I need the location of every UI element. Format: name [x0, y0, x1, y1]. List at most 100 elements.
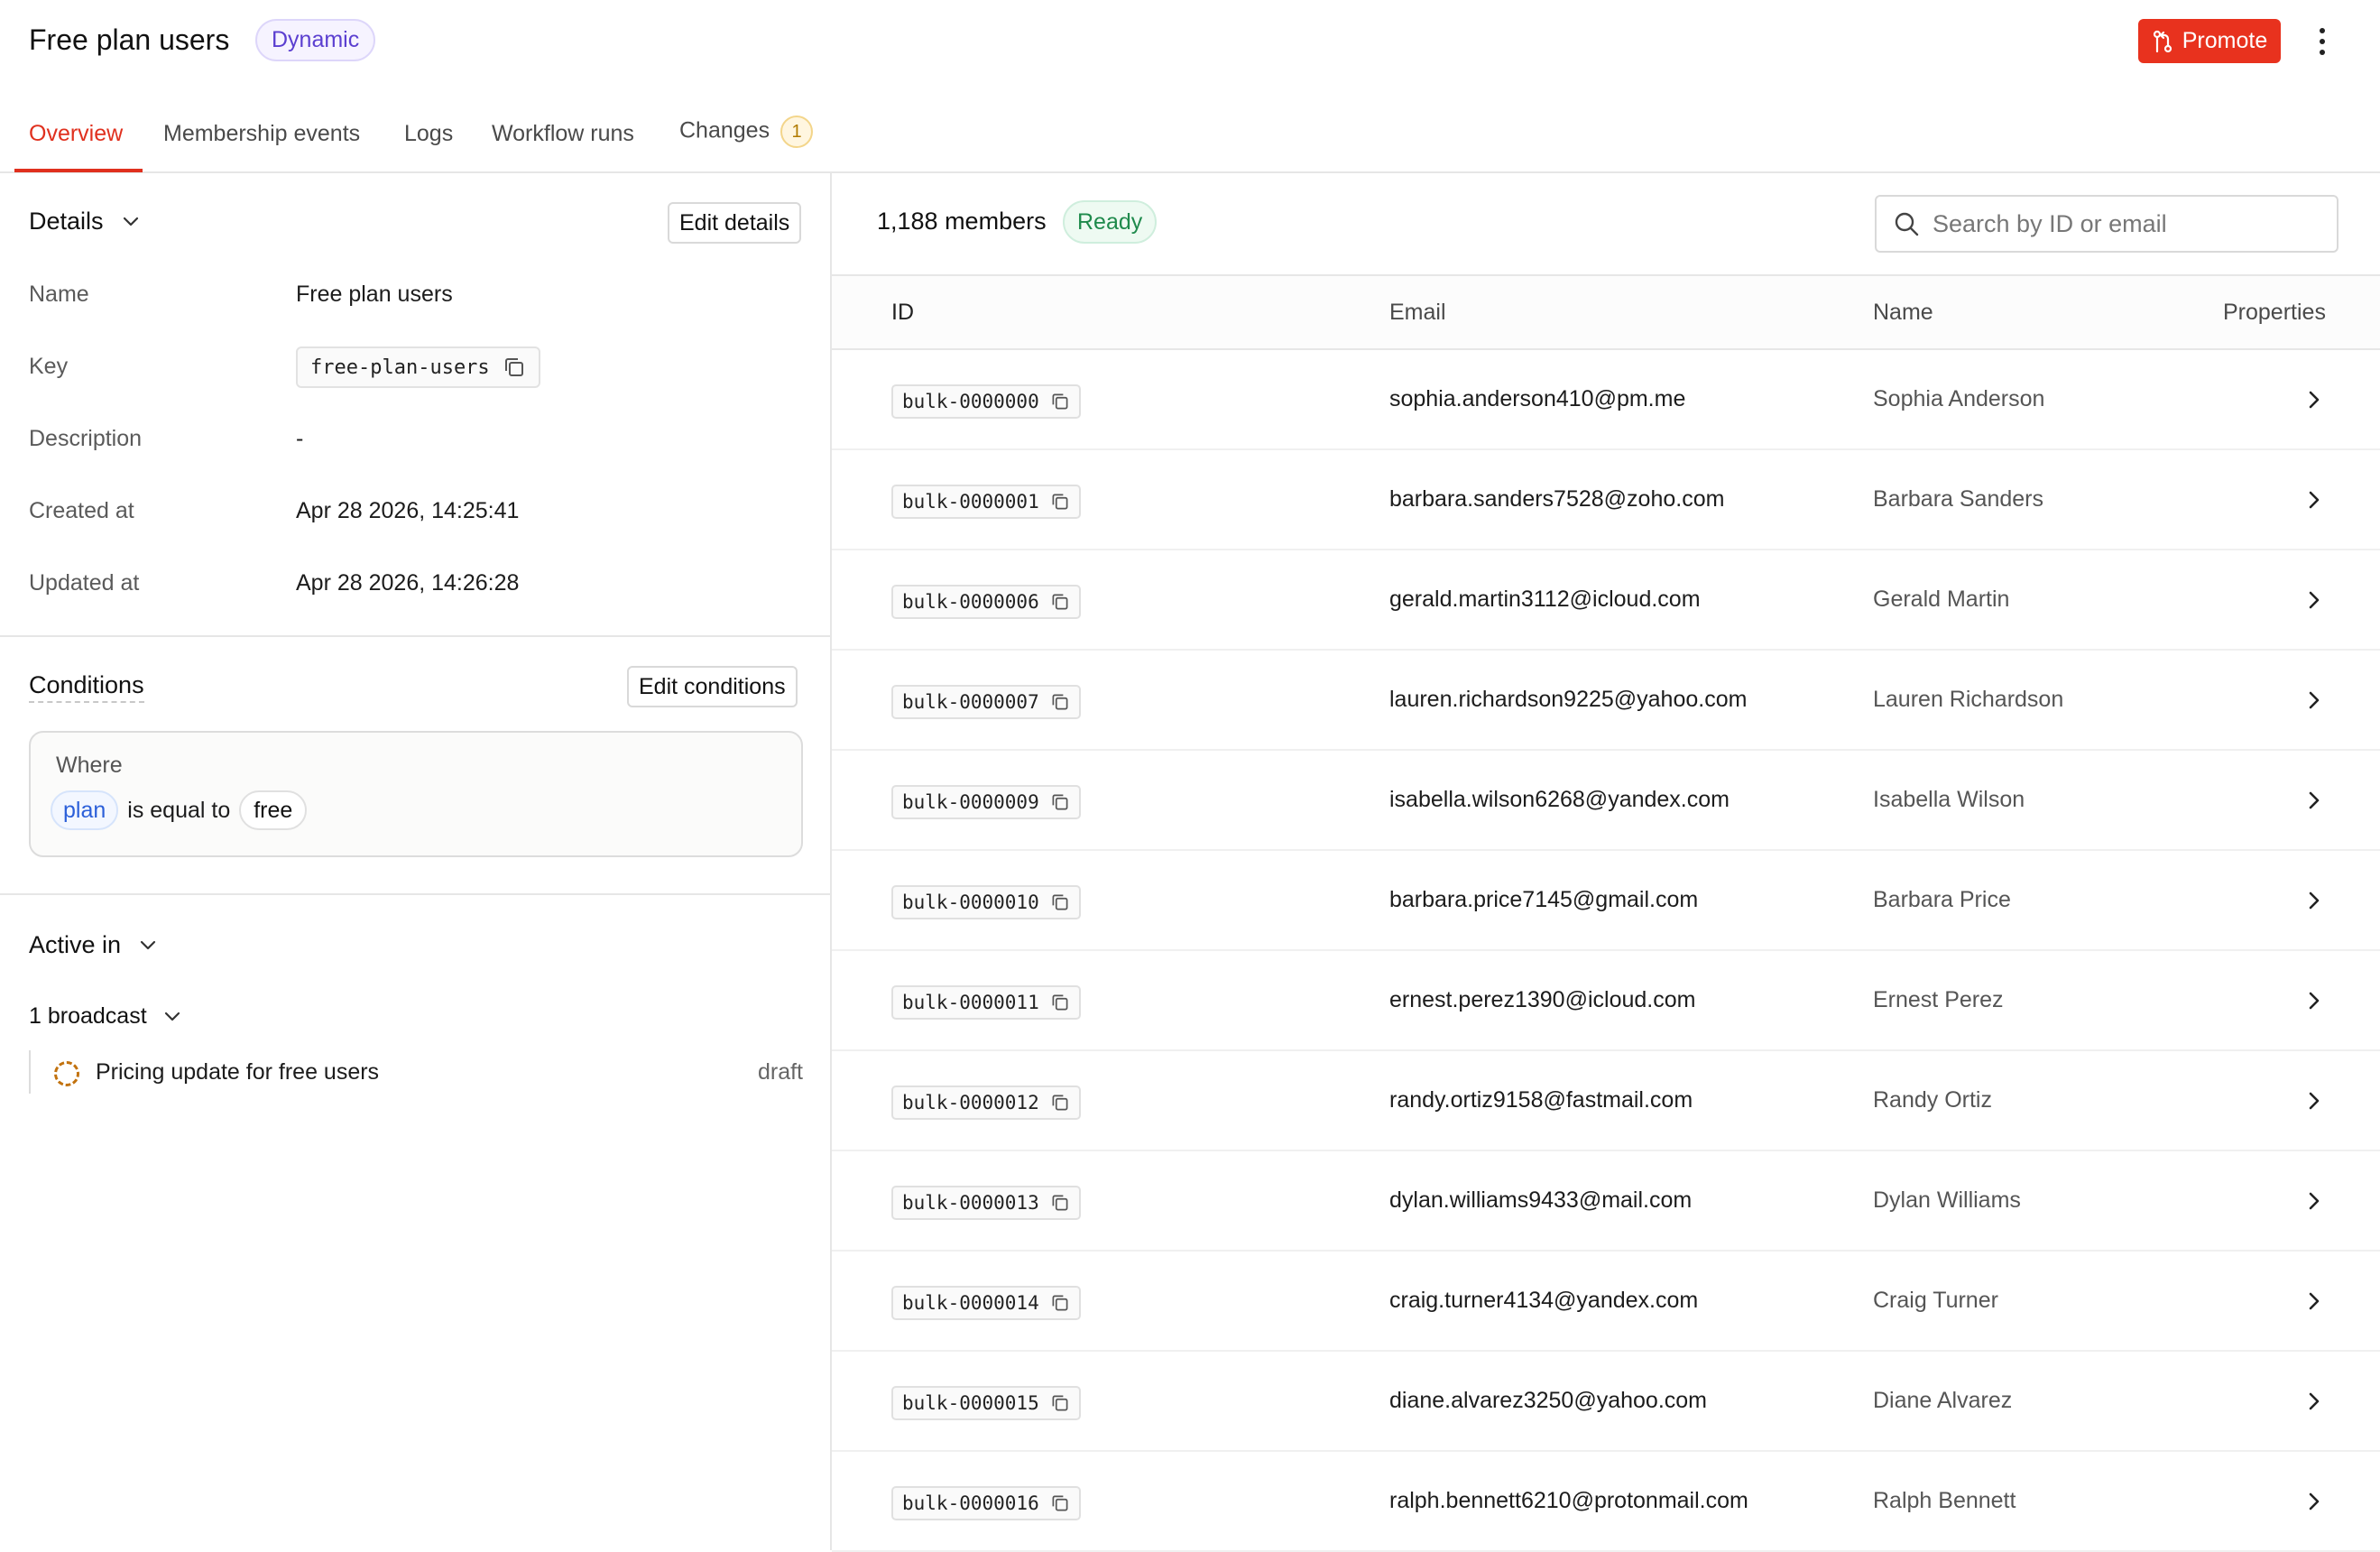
- row-open-button[interactable]: [2308, 1091, 2320, 1117]
- condition-value[interactable]: free: [239, 790, 308, 830]
- table-row[interactable]: bulk-0000000 sophia.anderson410@pm.me Soph…: [832, 350, 2380, 450]
- copy-icon[interactable]: [1050, 1493, 1070, 1513]
- details-toggle[interactable]: Details: [29, 208, 140, 236]
- tab-bar: Overview Membership events Logs Workflow…: [0, 108, 2380, 173]
- member-id-chip[interactable]: bulk-0000016: [891, 1486, 1081, 1520]
- table-row[interactable]: bulk-0000009 isabella.wilson6268@yandex.c…: [832, 751, 2380, 851]
- member-id-chip[interactable]: bulk-0000007: [891, 685, 1081, 719]
- table-row[interactable]: bulk-0000011 ernest.perez1390@icloud.com E…: [832, 951, 2380, 1051]
- table-row[interactable]: bulk-0000001 barbara.sanders7528@zoho.com…: [832, 450, 2380, 550]
- table-row[interactable]: bulk-0000010 barbara.price7145@gmail.com B…: [832, 851, 2380, 951]
- tab-workflow-runs[interactable]: Workflow runs: [492, 121, 634, 147]
- chevron-right-icon: [2309, 591, 2320, 609]
- tab-logs[interactable]: Logs: [404, 121, 453, 147]
- copy-icon[interactable]: [1050, 1093, 1070, 1113]
- member-name: Craig Turner: [1873, 1288, 1998, 1313]
- chevron-right-icon: [2309, 491, 2320, 509]
- tab-changes[interactable]: Changes 1: [679, 115, 814, 148]
- row-open-button[interactable]: [2308, 1492, 2320, 1518]
- row-open-button[interactable]: [2308, 490, 2320, 516]
- column-header-email: Email: [1389, 300, 1446, 325]
- row-open-button[interactable]: [2308, 690, 2320, 716]
- copy-icon[interactable]: [1050, 792, 1070, 812]
- table-row[interactable]: bulk-0000013 dylan.williams9433@mail.com D…: [832, 1151, 2380, 1252]
- member-id-chip[interactable]: bulk-0000015: [891, 1386, 1081, 1420]
- promote-button[interactable]: Promote: [2138, 19, 2281, 63]
- table-row[interactable]: bulk-0000014 craig.turner4134@yandex.com C…: [832, 1252, 2380, 1352]
- member-id: bulk-0000001: [902, 491, 1039, 513]
- chevron-right-icon: [2309, 1392, 2320, 1410]
- member-email: isabella.wilson6268@yandex.com: [1389, 787, 1730, 812]
- member-id-chip[interactable]: bulk-0000001: [891, 485, 1081, 519]
- broadcast-item[interactable]: Pricing update for free users draft: [29, 1050, 803, 1094]
- edit-conditions-button[interactable]: Edit conditions: [627, 666, 798, 707]
- copy-icon[interactable]: [1050, 993, 1070, 1012]
- search-field[interactable]: [1875, 195, 2338, 253]
- table-row[interactable]: bulk-0000006 gerald.martin3112@icloud.com…: [832, 550, 2380, 651]
- copy-icon[interactable]: [1050, 892, 1070, 912]
- condition-property[interactable]: plan: [51, 790, 119, 830]
- row-open-button[interactable]: [2308, 1191, 2320, 1217]
- tab-overview[interactable]: Overview: [29, 121, 123, 147]
- page-header: Free plan users Dynamic Promote: [0, 0, 2380, 83]
- copy-icon[interactable]: [1050, 1193, 1070, 1213]
- chevron-right-icon: [2309, 992, 2320, 1010]
- chevron-right-icon: [2309, 1492, 2320, 1510]
- edit-details-button[interactable]: Edit details: [668, 202, 802, 244]
- copy-icon[interactable]: [503, 356, 526, 379]
- member-name: Barbara Sanders: [1873, 486, 2044, 512]
- member-id-chip[interactable]: bulk-0000013: [891, 1186, 1081, 1220]
- member-email: ernest.perez1390@icloud.com: [1389, 987, 1696, 1012]
- updated-at-label: Updated at: [29, 570, 140, 596]
- member-id-chip[interactable]: bulk-0000010: [891, 885, 1081, 919]
- copy-icon[interactable]: [1050, 492, 1070, 512]
- row-open-button[interactable]: [2308, 390, 2320, 416]
- member-id: bulk-0000009: [902, 791, 1039, 813]
- search-icon: [1895, 212, 1919, 236]
- details-heading: Details: [29, 208, 104, 235]
- row-open-button[interactable]: [2308, 590, 2320, 616]
- row-open-button[interactable]: [2308, 991, 2320, 1017]
- conditions-heading: Conditions: [29, 671, 144, 703]
- member-email: gerald.martin3112@icloud.com: [1389, 587, 1701, 612]
- created-at-value: Apr 28 2026, 14:25:41: [296, 498, 520, 523]
- member-id-chip[interactable]: bulk-0000009: [891, 785, 1081, 819]
- tab-membership-events[interactable]: Membership events: [163, 121, 360, 147]
- member-id-chip[interactable]: bulk-0000012: [891, 1085, 1081, 1120]
- row-open-button[interactable]: [2308, 1391, 2320, 1418]
- active-in-toggle[interactable]: Active in: [29, 931, 157, 959]
- member-id-chip[interactable]: bulk-0000011: [891, 985, 1081, 1020]
- member-id: bulk-0000014: [902, 1292, 1039, 1314]
- kebab-menu-icon[interactable]: [2310, 23, 2335, 60]
- key-label: Key: [29, 354, 69, 379]
- chevron-right-icon: [2309, 791, 2320, 809]
- copy-icon[interactable]: [1050, 1393, 1070, 1413]
- copy-icon[interactable]: [1050, 592, 1070, 612]
- section-divider: [0, 635, 830, 637]
- key-chip[interactable]: free-plan-users: [296, 346, 540, 388]
- row-open-button[interactable]: [2308, 790, 2320, 817]
- search-input[interactable]: [1933, 209, 2311, 238]
- column-header-properties: Properties: [2223, 300, 2326, 325]
- table-row[interactable]: bulk-0000016 ralph.bennett6210@protonmail…: [832, 1452, 2380, 1552]
- copy-icon[interactable]: [1050, 392, 1070, 411]
- member-id-chip[interactable]: bulk-0000006: [891, 585, 1081, 619]
- table-row[interactable]: bulk-0000007 lauren.richardson9225@yahoo.…: [832, 651, 2380, 751]
- member-name: Isabella Wilson: [1873, 787, 2025, 812]
- member-name: Lauren Richardson: [1873, 687, 2064, 712]
- copy-icon[interactable]: [1050, 692, 1070, 712]
- member-id-chip[interactable]: bulk-0000014: [891, 1286, 1081, 1320]
- broadcast-group-toggle[interactable]: 1 broadcast: [29, 1003, 181, 1030]
- member-name: Ernest Perez: [1873, 987, 2004, 1012]
- row-open-button[interactable]: [2308, 891, 2320, 917]
- row-open-button[interactable]: [2308, 1291, 2320, 1317]
- members-table-body: bulk-0000000 sophia.anderson410@pm.me Soph…: [832, 350, 2380, 1552]
- broadcast-status: draft: [757, 1059, 803, 1085]
- table-row[interactable]: bulk-0000015 diane.alvarez3250@yahoo.com D…: [832, 1352, 2380, 1452]
- table-row[interactable]: bulk-0000012 randy.ortiz9158@fastmail.com…: [832, 1051, 2380, 1151]
- member-id-chip[interactable]: bulk-0000000: [891, 384, 1081, 419]
- changes-count-badge: 1: [780, 115, 814, 148]
- copy-icon[interactable]: [1050, 1293, 1070, 1313]
- chevron-down-icon: [123, 217, 138, 226]
- updated-at-value: Apr 28 2026, 14:26:28: [296, 570, 520, 596]
